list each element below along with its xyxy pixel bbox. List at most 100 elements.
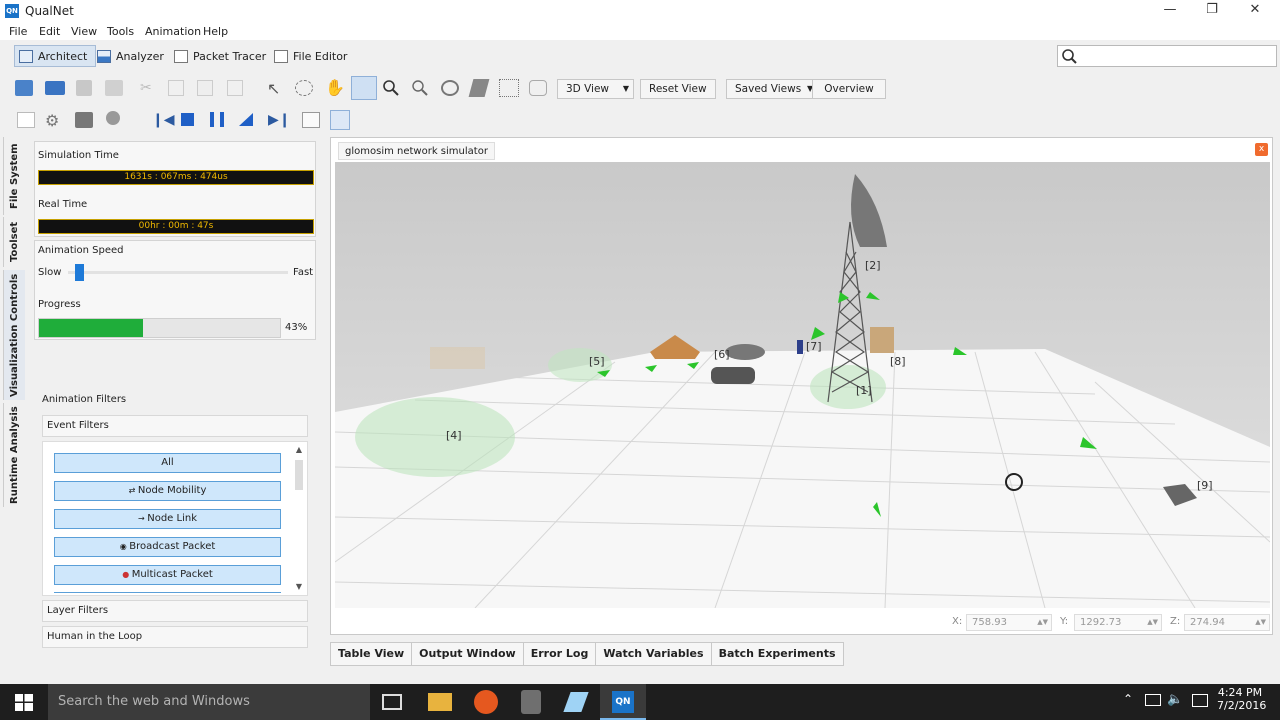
select-arrow-icon[interactable]: ↖ xyxy=(267,79,283,98)
volume-icon[interactable]: 🔈 xyxy=(1167,692,1183,707)
edit-icon[interactable] xyxy=(302,112,320,128)
skip-back-icon[interactable]: ❙◀ xyxy=(152,112,175,128)
restore-icon[interactable]: ❐ xyxy=(1192,0,1232,22)
record-icon[interactable] xyxy=(106,111,120,125)
file-editor-button[interactable]: File Editor xyxy=(270,45,355,67)
saved-views-button[interactable]: Saved Views ▼ xyxy=(726,79,819,99)
tab-watch-variables[interactable]: Watch Variables xyxy=(595,642,712,666)
qualnet-taskbar-button[interactable]: QN xyxy=(600,684,646,720)
tab-output-window[interactable]: Output Window xyxy=(411,642,524,666)
search-input[interactable] xyxy=(1057,45,1277,67)
tab-error-log[interactable]: Error Log xyxy=(522,642,597,666)
filter-node-mobility-button[interactable]: ⇄ Node Mobility xyxy=(54,481,281,501)
overview-button[interactable]: Overview xyxy=(812,79,886,99)
rotate-view-icon[interactable] xyxy=(351,76,377,100)
windows-start-icon[interactable] xyxy=(15,694,33,711)
z-coord-field[interactable]: 274.94 ▲▼ xyxy=(1184,614,1270,631)
menu-file[interactable]: File xyxy=(9,25,27,38)
x-coord-field[interactable]: 758.93 ▲▼ xyxy=(966,614,1052,631)
zoom-fit-icon[interactable] xyxy=(411,79,429,97)
node-link-icon: → xyxy=(137,514,148,523)
progress-value: 43% xyxy=(285,322,308,333)
viewport-tab[interactable]: glomosim network simulator xyxy=(338,142,495,160)
filter-all-button[interactable]: All xyxy=(54,453,281,473)
menu-tools[interactable]: Tools xyxy=(107,25,134,38)
stats-chart-icon[interactable] xyxy=(330,110,350,130)
snapshot-icon[interactable] xyxy=(529,80,547,96)
menu-help[interactable]: Help xyxy=(203,25,228,38)
speed-ramp-icon[interactable] xyxy=(239,113,253,126)
node-label-5: [5] xyxy=(589,355,605,368)
human-in-loop-header[interactable]: Human in the Loop xyxy=(42,626,308,648)
clapperboard-app-icon[interactable] xyxy=(521,690,541,714)
filter-list-scrollbar[interactable]: ▲ ▼ xyxy=(293,445,305,591)
clock-date: 7/2/2016 xyxy=(1217,699,1267,712)
saved-views-label: Saved Views xyxy=(735,83,802,95)
paste-icon[interactable] xyxy=(197,80,213,96)
spinner-icon[interactable]: ▲▼ xyxy=(1255,615,1266,630)
record-clapper-icon[interactable] xyxy=(75,112,93,128)
open-folder-icon[interactable] xyxy=(45,81,65,95)
menu-edit[interactable]: Edit xyxy=(39,25,60,38)
tab-toolset[interactable]: Toolset xyxy=(3,217,25,267)
anim-speed-slider[interactable] xyxy=(74,264,84,281)
progress-bar xyxy=(38,318,281,338)
print-icon[interactable] xyxy=(105,80,123,96)
menu-view[interactable]: View xyxy=(71,25,97,38)
tab-file-system[interactable]: File System xyxy=(3,137,25,215)
new-scenario-icon[interactable] xyxy=(17,112,35,128)
analyzer-icon xyxy=(97,49,111,63)
menu-animation[interactable]: Animation xyxy=(145,25,201,38)
spinner-icon[interactable]: ▲▼ xyxy=(1147,615,1158,630)
scroll-up-icon[interactable]: ▲ xyxy=(293,445,305,454)
spinner-icon[interactable]: ▲▼ xyxy=(1037,615,1048,630)
scrollbar-thumb[interactable] xyxy=(295,460,303,490)
tab-runtime-analysis[interactable]: Runtime Analysis xyxy=(3,403,25,507)
filter-multicast-packet-button[interactable]: ● Multicast Packet xyxy=(54,565,281,585)
new-file-icon[interactable] xyxy=(15,80,33,96)
taskbar-search-box[interactable]: Search the web and Windows xyxy=(48,684,370,720)
notification-icon[interactable] xyxy=(1192,694,1208,707)
3d-scene[interactable]: [1] [2] [4] [5] [6] [7] [8] [9] xyxy=(335,162,1270,608)
firefox-icon[interactable] xyxy=(474,690,498,714)
settings-gear-icon[interactable]: ⚙ xyxy=(45,111,65,130)
delete-icon[interactable] xyxy=(227,80,243,96)
tab-visualization-controls[interactable]: Visualization Controls xyxy=(3,270,25,400)
copy-icon[interactable] xyxy=(168,80,184,96)
close-icon[interactable]: ✕ xyxy=(1235,0,1275,22)
event-filters-header[interactable]: Event Filters xyxy=(42,415,308,437)
pause-icon[interactable] xyxy=(210,112,224,127)
taskbar-clock[interactable]: 4:24 PM 7/2/2016 xyxy=(1217,686,1267,712)
chevron-up-icon[interactable]: ⌃ xyxy=(1123,692,1133,706)
lasso-icon[interactable] xyxy=(295,80,313,96)
tab-table-view[interactable]: Table View xyxy=(330,642,413,666)
view-mode-select[interactable]: 3D View ▼ xyxy=(557,79,634,99)
analyzer-button[interactable]: Analyzer xyxy=(93,45,172,67)
sim-time-label: Simulation Time xyxy=(38,150,119,161)
reset-view-button[interactable]: Reset View xyxy=(640,79,716,99)
architect-button[interactable]: Architect xyxy=(14,45,97,67)
layer-filters-header[interactable]: Layer Filters xyxy=(42,600,308,622)
save-icon[interactable] xyxy=(76,80,92,96)
minimize-icon[interactable]: — xyxy=(1150,0,1190,22)
task-view-icon[interactable] xyxy=(382,694,402,710)
window-title: QualNet xyxy=(25,4,74,18)
orbit-icon[interactable] xyxy=(441,80,459,96)
viewport-close-icon[interactable]: x xyxy=(1255,143,1268,156)
y-coord-field[interactable]: 1292.73 ▲▼ xyxy=(1074,614,1162,631)
packet-tracer-button[interactable]: Packet Tracer xyxy=(170,45,274,67)
scroll-down-icon[interactable]: ▼ xyxy=(293,582,305,591)
zoom-in-icon[interactable] xyxy=(382,79,400,97)
grid-icon[interactable] xyxy=(499,79,519,97)
filter-node-link-button[interactable]: → Node Link xyxy=(54,509,281,529)
file-explorer-icon[interactable] xyxy=(428,693,452,711)
terrain-plane xyxy=(335,349,1270,608)
pan-hand-icon[interactable]: ✋ xyxy=(325,78,345,97)
cut-icon[interactable]: ✂ xyxy=(140,80,154,96)
stop-icon[interactable] xyxy=(181,113,194,126)
tab-batch-experiments[interactable]: Batch Experiments xyxy=(710,642,844,666)
skip-forward-icon[interactable]: ▶❙ xyxy=(268,112,291,128)
filter-broadcast-packet-button[interactable]: ◉ Broadcast Packet xyxy=(54,537,281,557)
packet-tracer-icon xyxy=(174,49,188,63)
network-icon[interactable] xyxy=(1145,694,1161,706)
